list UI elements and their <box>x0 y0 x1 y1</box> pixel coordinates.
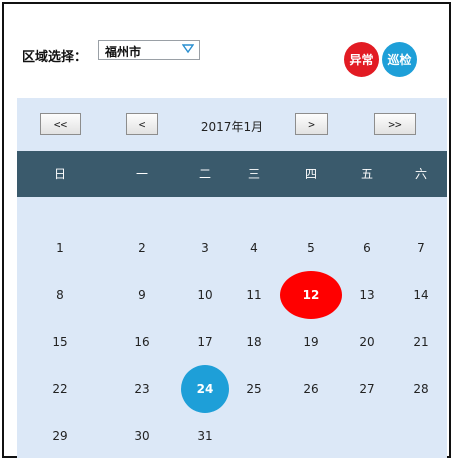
region-select-value: 福州市 <box>105 45 142 59</box>
weekday-sun: 日 <box>53 167 66 181</box>
calendar-day[interactable]: 12 <box>291 288 331 302</box>
calendar-day[interactable]: 29 <box>40 429 80 443</box>
calendar-day[interactable]: 15 <box>40 335 80 349</box>
calendar-day[interactable]: 2 <box>122 241 162 255</box>
calendar-day[interactable]: 3 <box>185 241 225 255</box>
patrol-badge-button[interactable]: 巡检 <box>382 42 417 77</box>
calendar-day[interactable]: 20 <box>347 335 387 349</box>
calendar-day[interactable]: 17 <box>185 335 225 349</box>
next-month-button[interactable]: > <box>295 113 328 135</box>
calendar-day[interactable]: 11 <box>234 288 274 302</box>
calendar-day[interactable]: 27 <box>347 382 387 396</box>
calendar-day[interactable]: 8 <box>40 288 80 302</box>
calendar: << < 2017年1月 > >> 日 一 二 三 四 五 六 12345678… <box>17 98 447 458</box>
abnormal-badge-button[interactable]: 异常 <box>344 42 379 77</box>
region-select[interactable]: 福州市 <box>98 40 200 60</box>
calendar-day[interactable]: 6 <box>347 241 387 255</box>
calendar-day[interactable]: 18 <box>234 335 274 349</box>
calendar-day[interactable]: 19 <box>291 335 331 349</box>
next-year-button[interactable]: >> <box>374 113 416 135</box>
calendar-day[interactable]: 4 <box>234 241 274 255</box>
calendar-day[interactable]: 16 <box>122 335 162 349</box>
calendar-day[interactable]: 10 <box>185 288 225 302</box>
weekday-fri: 五 <box>360 167 373 181</box>
weekday-wed: 三 <box>247 167 260 181</box>
calendar-day[interactable]: 25 <box>234 382 274 396</box>
calendar-day[interactable]: 13 <box>347 288 387 302</box>
weekday-header: 日 一 二 三 四 五 六 <box>17 151 447 197</box>
calendar-day[interactable]: 22 <box>40 382 80 396</box>
weekday-mon: 一 <box>135 167 148 181</box>
calendar-day[interactable]: 7 <box>401 241 441 255</box>
calendar-day[interactable]: 28 <box>401 382 441 396</box>
weekday-thu: 四 <box>304 167 317 181</box>
calendar-day[interactable]: 1 <box>40 241 80 255</box>
calendar-day[interactable]: 31 <box>185 429 225 443</box>
weekday-sat: 六 <box>414 167 427 181</box>
calendar-day[interactable]: 30 <box>122 429 162 443</box>
calendar-day[interactable]: 24 <box>185 382 225 396</box>
calendar-day[interactable]: 5 <box>291 241 331 255</box>
region-label: 区域选择： <box>22 50 88 65</box>
weekday-tue: 二 <box>198 167 211 181</box>
calendar-day[interactable]: 23 <box>122 382 162 396</box>
calendar-day[interactable]: 26 <box>291 382 331 396</box>
calendar-day[interactable]: 9 <box>122 288 162 302</box>
calendar-day[interactable]: 21 <box>401 335 441 349</box>
triangle-down-icon <box>182 44 194 54</box>
calendar-day[interactable]: 14 <box>401 288 441 302</box>
panel-frame: 区域选择： 福州市 异常 巡检 << < 2017年1月 > >> 日 一 二 … <box>2 2 451 458</box>
